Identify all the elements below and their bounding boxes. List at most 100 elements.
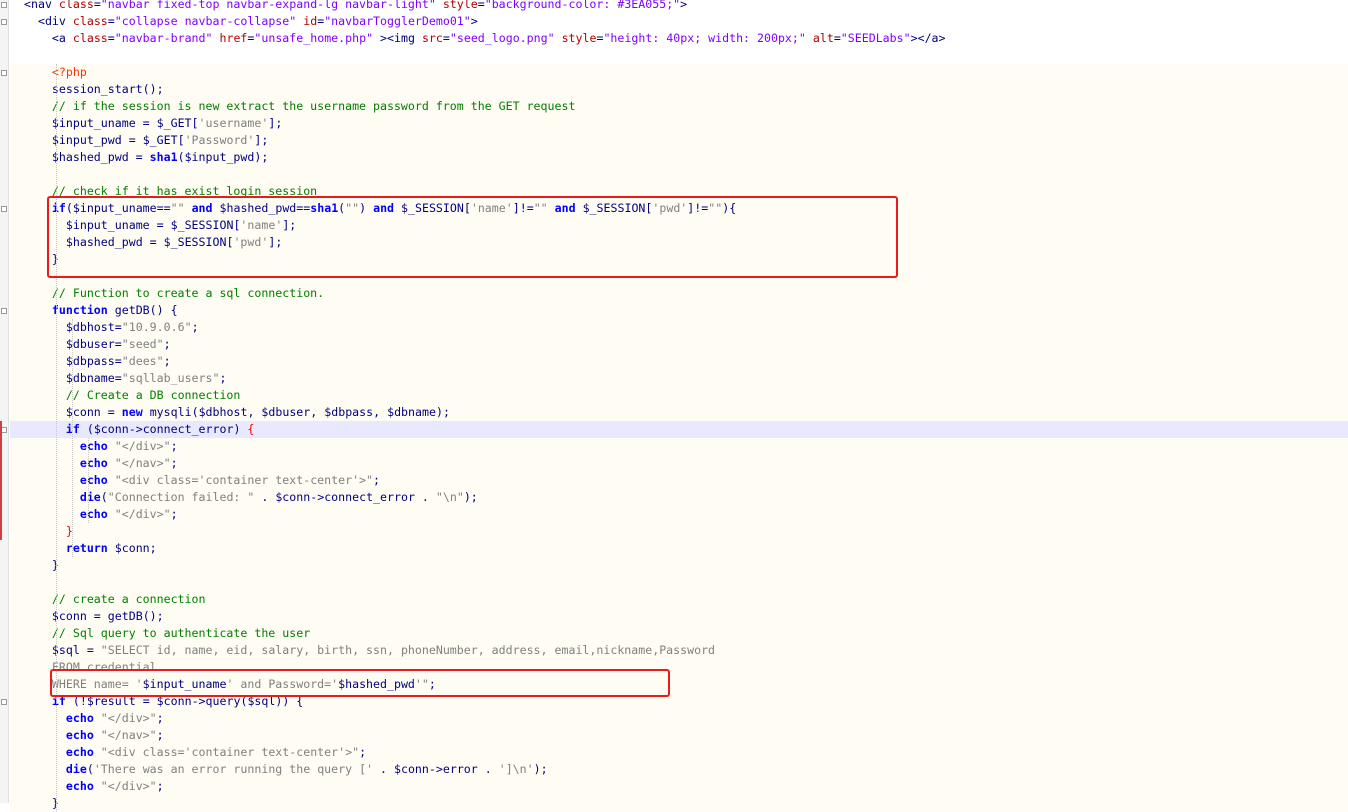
code-line[interactable]: } [10, 251, 1348, 268]
code-token: ]; [268, 235, 283, 249]
code-line[interactable]: function getDB() { [10, 302, 1348, 319]
fold-toggle-icon[interactable] [1, 70, 7, 76]
code-token: ; [149, 541, 157, 555]
fold-toggle-icon[interactable] [1, 308, 7, 314]
code-line[interactable]: } [10, 795, 1348, 812]
code-token: $input_uname [72, 201, 157, 215]
code-line[interactable]: $input_uname = $_SESSION['name']; [10, 217, 1348, 234]
code-line[interactable]: echo "</div>"; [10, 710, 1348, 727]
code-line[interactable]: echo "</div>"; [10, 778, 1348, 795]
code-token: = [107, 14, 115, 28]
code-line[interactable]: <nav class="navbar fixed-top navbar-expa… [10, 0, 1348, 13]
code-token: $input_pwd [184, 150, 255, 164]
code-line[interactable]: echo "</nav>"; [10, 727, 1348, 744]
code-token: and [554, 201, 576, 215]
code-token: "height: 40px; width: 200px;" [603, 31, 806, 45]
fold-toggle-icon[interactable] [1, 19, 7, 25]
code-line[interactable]: $conn = new mysqli($dbhost, $dbuser, $db… [10, 404, 1348, 421]
code-line[interactable]: $dbpass="dees"; [10, 353, 1348, 370]
code-line[interactable]: // if the session is new extract the use… [10, 98, 1348, 115]
code-line[interactable]: WHERE name= '$input_uname' and Password=… [10, 676, 1348, 693]
code-line[interactable]: $dbname="sqllab_users"; [10, 370, 1348, 387]
code-line[interactable] [10, 47, 1348, 64]
code-line[interactable]: // create a connection [10, 591, 1348, 608]
code-editor[interactable]: <nav class="navbar fixed-top navbar-expa… [0, 0, 1348, 812]
code-token: "</nav>" [114, 456, 171, 470]
code-token: "</div>" [100, 779, 157, 793]
code-line[interactable]: <?php [10, 64, 1348, 81]
code-line[interactable]: } [10, 523, 1348, 540]
code-line[interactable]: echo "<div class='container text-center'… [10, 472, 1348, 489]
code-token: "</nav>" [100, 728, 157, 742]
code-line[interactable]: // Function to create a sql connection. [10, 285, 1348, 302]
code-area[interactable]: <nav class="navbar fixed-top navbar-expa… [10, 0, 1348, 812]
code-line[interactable]: } [10, 557, 1348, 574]
code-line[interactable]: $hashed_pwd = sha1($input_pwd); [10, 149, 1348, 166]
code-line[interactable]: $dbuser="seed"; [10, 336, 1348, 353]
code-token: $dbpass [324, 405, 374, 419]
code-token: = [142, 235, 164, 249]
code-token: $conn [393, 762, 429, 776]
code-line[interactable]: <a class="navbar-brand" href="unsafe_hom… [10, 30, 1348, 47]
code-token: FROM credential [51, 660, 157, 674]
code-line[interactable]: // check if it has exist login session [10, 183, 1348, 200]
code-line[interactable]: <div class="collapse navbar-collapse" id… [10, 13, 1348, 30]
code-token: connect_error [142, 422, 234, 436]
code-line[interactable]: echo "<div class='container text-center'… [10, 744, 1348, 761]
code-line[interactable]: return $conn; [10, 540, 1348, 557]
code-token: new [121, 405, 143, 419]
code-line[interactable]: if ($conn->connect_error) { [10, 421, 1348, 438]
code-line[interactable]: die('There was an error running the quer… [10, 761, 1348, 778]
code-token: ); [254, 150, 269, 164]
indent-guide [72, 319, 73, 557]
code-token: ; [170, 507, 178, 521]
code-line[interactable]: // Create a DB connection [10, 387, 1348, 404]
code-line[interactable]: $sql = "SELECT id, name, eid, salary, bi… [10, 642, 1348, 659]
code-token: $conn [114, 541, 150, 555]
code-line[interactable]: FROM credential [10, 659, 1348, 676]
fold-toggle-icon[interactable] [1, 2, 7, 8]
code-line[interactable]: if($input_uname=="" and $hashed_pwd==sha… [10, 200, 1348, 217]
code-line[interactable] [10, 574, 1348, 591]
code-token: "</div>" [114, 507, 171, 521]
fold-toggle-icon[interactable] [1, 699, 7, 705]
code-token: echo [79, 473, 108, 487]
code-line[interactable]: $input_pwd = $_GET['Password']; [10, 132, 1348, 149]
code-token: ( [100, 490, 108, 504]
code-line[interactable]: echo "</div>"; [10, 506, 1348, 523]
code-token: die [79, 490, 101, 504]
code-token: $hashed_pwd [51, 150, 129, 164]
code-token: ; [170, 456, 178, 470]
code-line[interactable]: $conn = getDB(); [10, 608, 1348, 625]
code-token: , [247, 405, 262, 419]
code-token: // Create a DB connection [65, 388, 241, 402]
code-line[interactable]: if (!$result = $conn->query($sql)) { [10, 693, 1348, 710]
code-line[interactable] [10, 166, 1348, 183]
code-line[interactable]: // Sql query to authenticate the user [10, 625, 1348, 642]
code-line[interactable]: echo "</nav>"; [10, 455, 1348, 472]
code-line[interactable]: $dbhost="10.9.0.6"; [10, 319, 1348, 336]
code-token: = [86, 609, 108, 623]
code-token: echo [65, 745, 94, 759]
code-line[interactable]: $hashed_pwd = $_SESSION['pwd']; [10, 234, 1348, 251]
code-line[interactable]: session_start(); [10, 81, 1348, 98]
code-line[interactable]: $input_uname = $_GET['username']; [10, 115, 1348, 132]
code-line[interactable] [10, 268, 1348, 285]
code-line[interactable]: echo "</div>"; [10, 438, 1348, 455]
code-token: = [135, 694, 157, 708]
code-token: ]!= [512, 201, 534, 215]
code-token: [ [463, 201, 471, 215]
fold-toggle-icon[interactable] [1, 206, 7, 212]
code-line[interactable]: die("Connection failed: " . $conn->conne… [10, 489, 1348, 506]
